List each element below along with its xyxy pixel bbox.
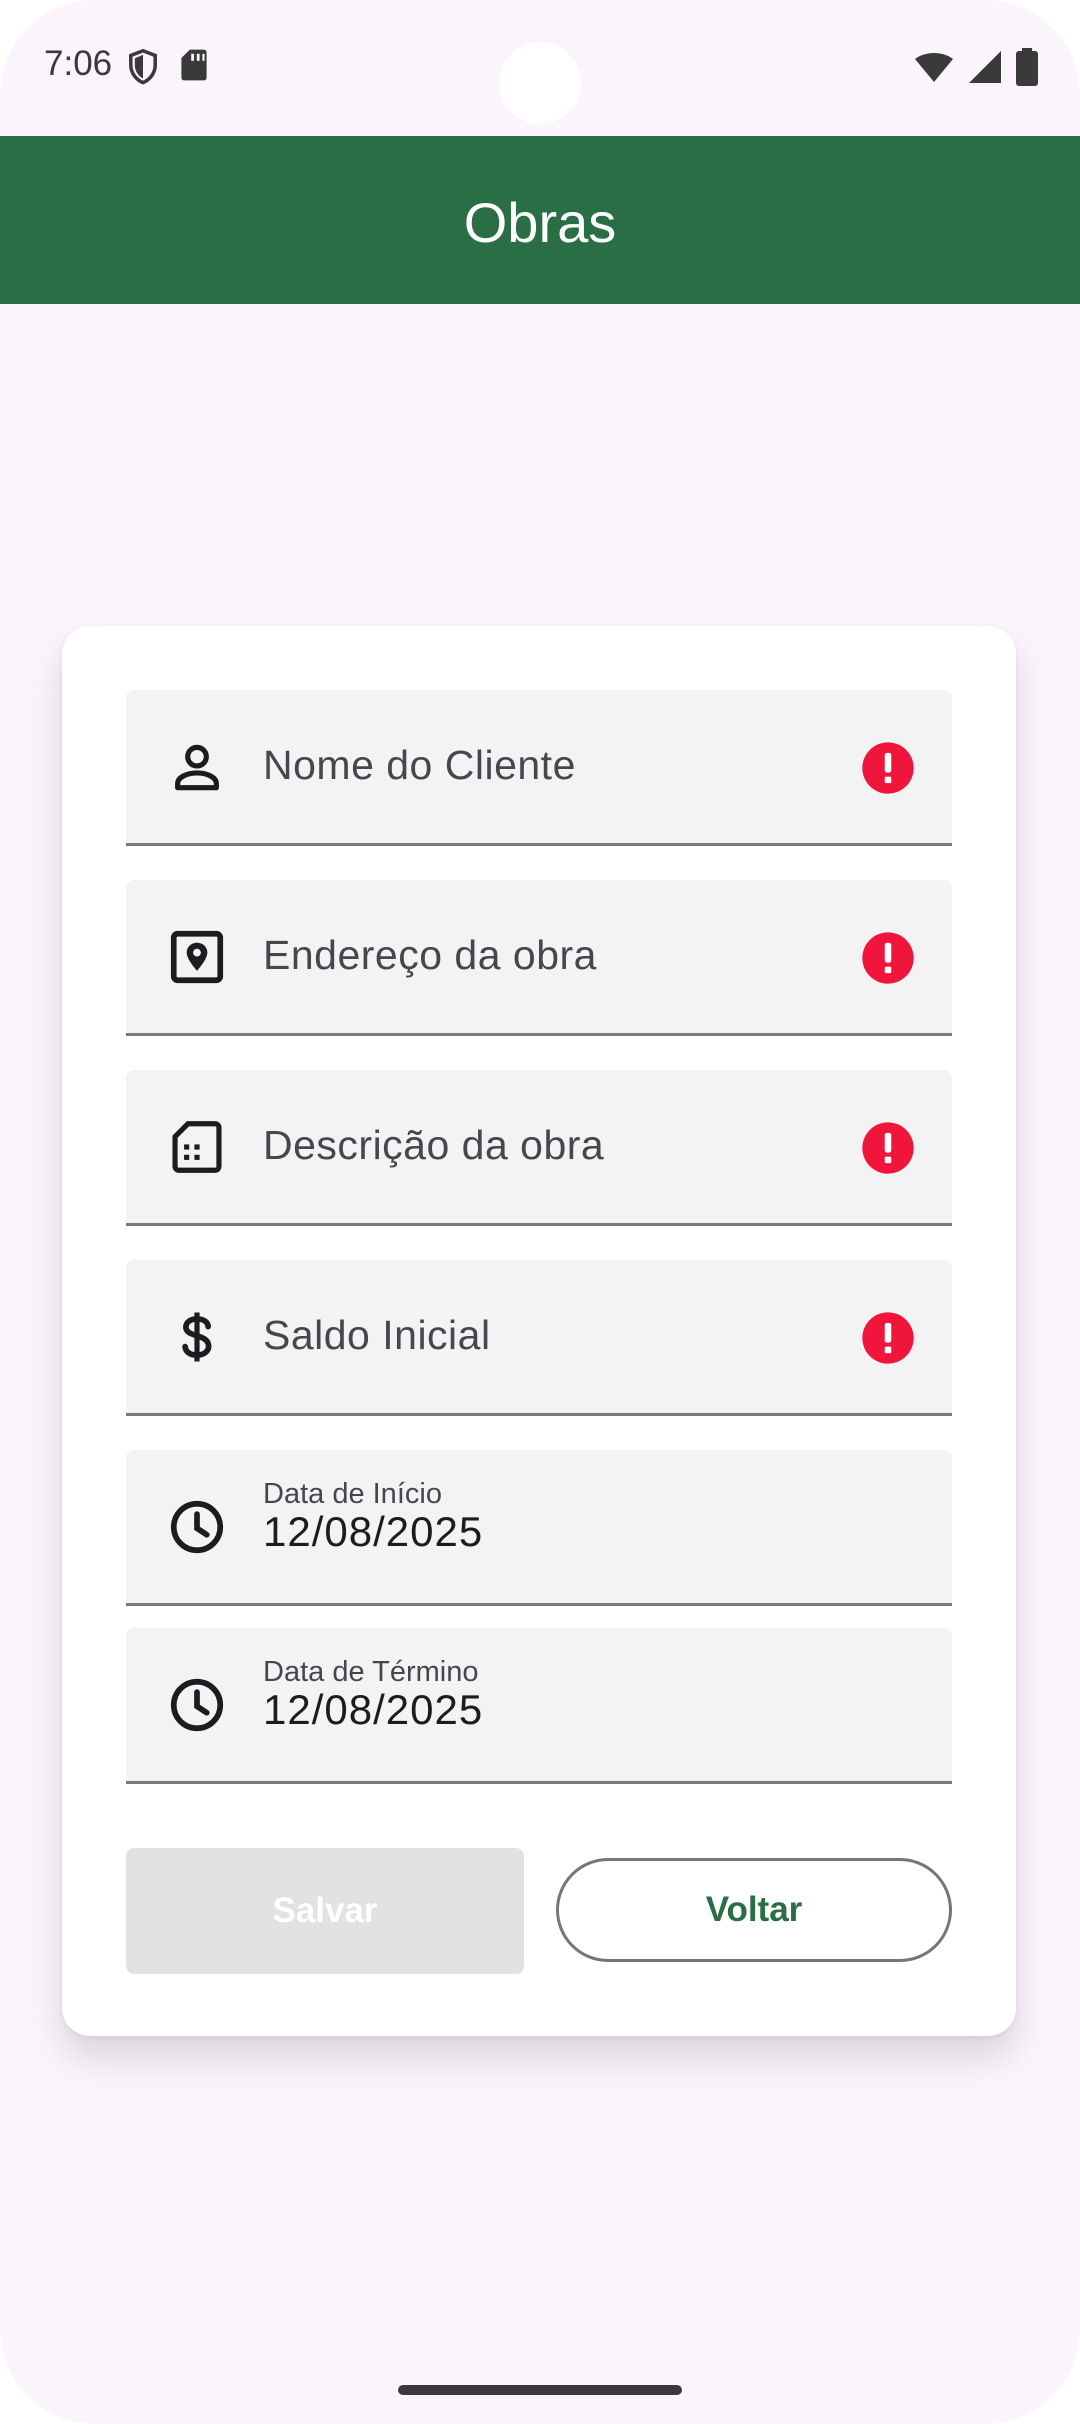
clock-icon — [166, 1496, 228, 1558]
error-icon — [860, 1120, 916, 1176]
description-placeholder: Descrição da obra — [263, 1122, 605, 1168]
location-pin-icon — [166, 926, 228, 988]
status-time: 7:06 — [44, 44, 113, 83]
save-button[interactable]: Salvar — [126, 1848, 524, 1974]
app-bar: Obras — [0, 136, 1080, 304]
start-date-value: 12/08/2025 — [263, 1508, 484, 1555]
back-button[interactable]: Voltar — [556, 1858, 952, 1962]
client-name-field[interactable]: Nome do Cliente — [126, 690, 952, 846]
error-icon — [860, 930, 916, 986]
person-icon — [166, 736, 228, 798]
address-placeholder: Endereço da obra — [263, 932, 597, 978]
start-date-label: Data de Início — [263, 1478, 442, 1510]
initial-balance-field[interactable]: Saldo Inicial — [126, 1260, 952, 1416]
signal-icon — [968, 50, 1002, 89]
camera-cutout — [499, 42, 581, 124]
battery-icon — [1016, 48, 1038, 91]
start-date-field[interactable]: Data de Início 12/08/2025 — [126, 1450, 952, 1606]
error-icon — [860, 740, 916, 796]
description-field[interactable]: Descrição da obra — [126, 1070, 952, 1226]
shield-icon — [126, 48, 160, 91]
sd-card-icon — [180, 48, 208, 91]
wifi-icon — [914, 51, 954, 88]
home-indicator[interactable] — [398, 2385, 682, 2395]
address-field[interactable]: Endereço da obra — [126, 880, 952, 1036]
dollar-icon — [166, 1306, 228, 1368]
end-date-field[interactable]: Data de Término 12/08/2025 — [126, 1628, 952, 1784]
description-icon — [166, 1116, 228, 1178]
error-icon — [860, 1310, 916, 1366]
page-title: Obras — [463, 191, 617, 254]
client-name-placeholder: Nome do Cliente — [263, 742, 576, 788]
end-date-label: Data de Término — [263, 1656, 479, 1688]
app-screen: 7:06 Obras Nome do Cliente Endereço da o… — [0, 0, 1080, 2424]
initial-balance-placeholder: Saldo Inicial — [263, 1312, 491, 1358]
end-date-value: 12/08/2025 — [263, 1686, 484, 1733]
status-bar: 7:06 — [0, 0, 1080, 136]
form-card: Nome do Cliente Endereço da obra Descriç… — [62, 626, 1016, 2036]
clock-icon — [166, 1674, 228, 1736]
